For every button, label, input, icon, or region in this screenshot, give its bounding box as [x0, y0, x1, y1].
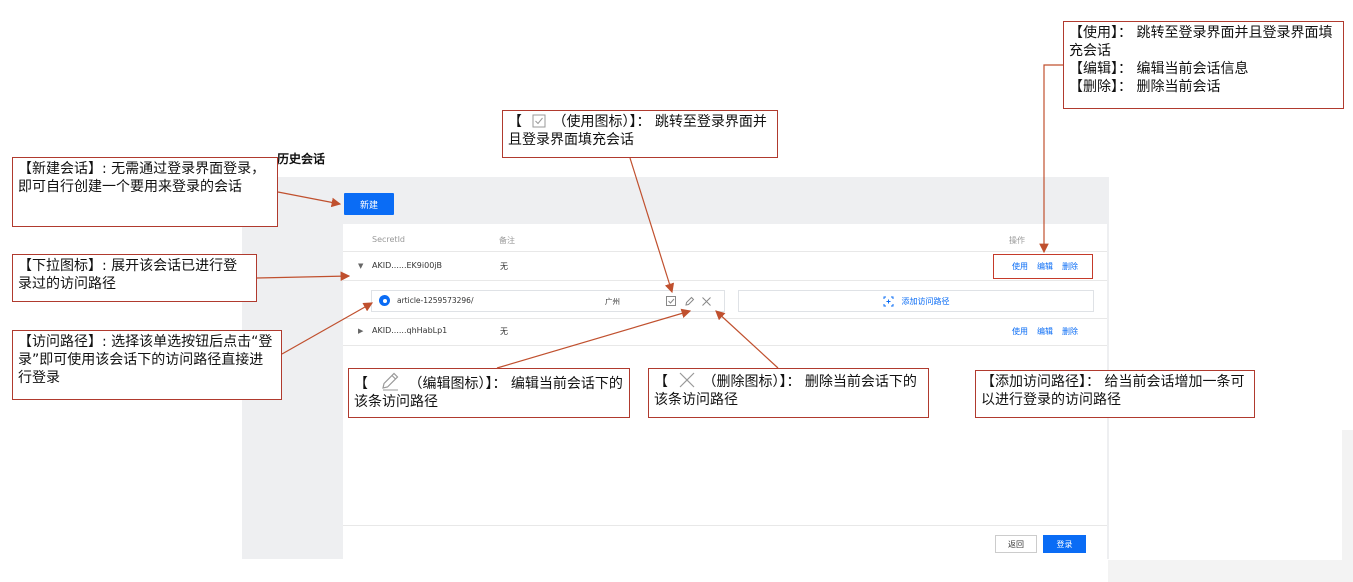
- edit-icon: [382, 372, 399, 391]
- annotation-edit-icon: 【 （编辑图标）】： 编辑当前会话下的该条访问路径: [348, 368, 630, 418]
- divider: [343, 345, 1107, 346]
- back-button[interactable]: 返回: [995, 535, 1037, 553]
- annotation-use-icon: 【 （使用图标）】： 跳转至登录界面并且登录界面填充会话: [502, 110, 778, 158]
- annotation-dropdown: 【下拉图标】: 展开该会话已进行登录过的访问路径: [12, 254, 257, 302]
- page-title: 历史会话: [277, 152, 326, 166]
- row-secretid: AKID......EK9i00jB: [372, 261, 442, 270]
- login-button[interactable]: 登录: [1043, 535, 1086, 553]
- divider: [343, 318, 1107, 319]
- use-session-link[interactable]: 使用: [1012, 326, 1028, 337]
- annotation-access-path: 【访问路径】: 选择该单选按钮后点击“登录”即可使用该会话下的访问路径直接进行登…: [12, 330, 282, 400]
- ops-highlight-box: [993, 254, 1093, 279]
- path-name: article-1259573296/: [397, 296, 474, 305]
- column-header-action: 操作: [1009, 236, 1025, 245]
- delete-session-link[interactable]: 删除: [1062, 326, 1078, 337]
- delete-icon: [680, 372, 695, 388]
- use-icon: [532, 114, 546, 128]
- path-radio-button[interactable]: [379, 295, 390, 306]
- divider: [343, 280, 1107, 281]
- divider: [343, 251, 1107, 252]
- path-region: 广州: [605, 297, 620, 306]
- annotation-operations: 【使用】： 跳转至登录界面并且登录界面填充会话 【编辑】： 编辑当前会话信息 【…: [1063, 21, 1344, 109]
- add-access-path-button[interactable]: 添加访问路径: [738, 290, 1094, 312]
- row-secretid: AKID......qhHabLp1: [372, 326, 448, 335]
- row-remark: 无: [500, 262, 508, 271]
- footer-divider: [343, 525, 1107, 526]
- column-header-remark: 备注: [499, 236, 515, 245]
- new-session-button[interactable]: 新建: [344, 193, 394, 215]
- add-path-label: 添加访问路径: [901, 296, 950, 306]
- column-header-secretid: SecretId: [372, 235, 406, 244]
- use-path-icon[interactable]: [666, 296, 677, 307]
- edit-session-link[interactable]: 编辑: [1037, 326, 1053, 337]
- annotation-delete-icon: 【 （删除图标）】： 删除当前会话下的该条访问路径: [648, 368, 929, 418]
- expand-caret-icon[interactable]: ▶: [358, 327, 363, 335]
- expand-caret-icon[interactable]: ▼: [358, 262, 363, 270]
- page-edge-shade: [1108, 560, 1353, 582]
- add-path-icon: [883, 296, 893, 306]
- delete-path-icon[interactable]: [701, 296, 712, 307]
- annotation-add-path: 【添加访问路径】： 给当前会话增加一条可以进行登录的访问路径: [975, 370, 1255, 418]
- row-remark: 无: [500, 327, 508, 336]
- edit-path-icon[interactable]: [684, 296, 695, 307]
- annotation-new-session: 【新建会话】: 无需通过登录界面登录，即可自行创建一个要用来登录的会话: [12, 157, 278, 227]
